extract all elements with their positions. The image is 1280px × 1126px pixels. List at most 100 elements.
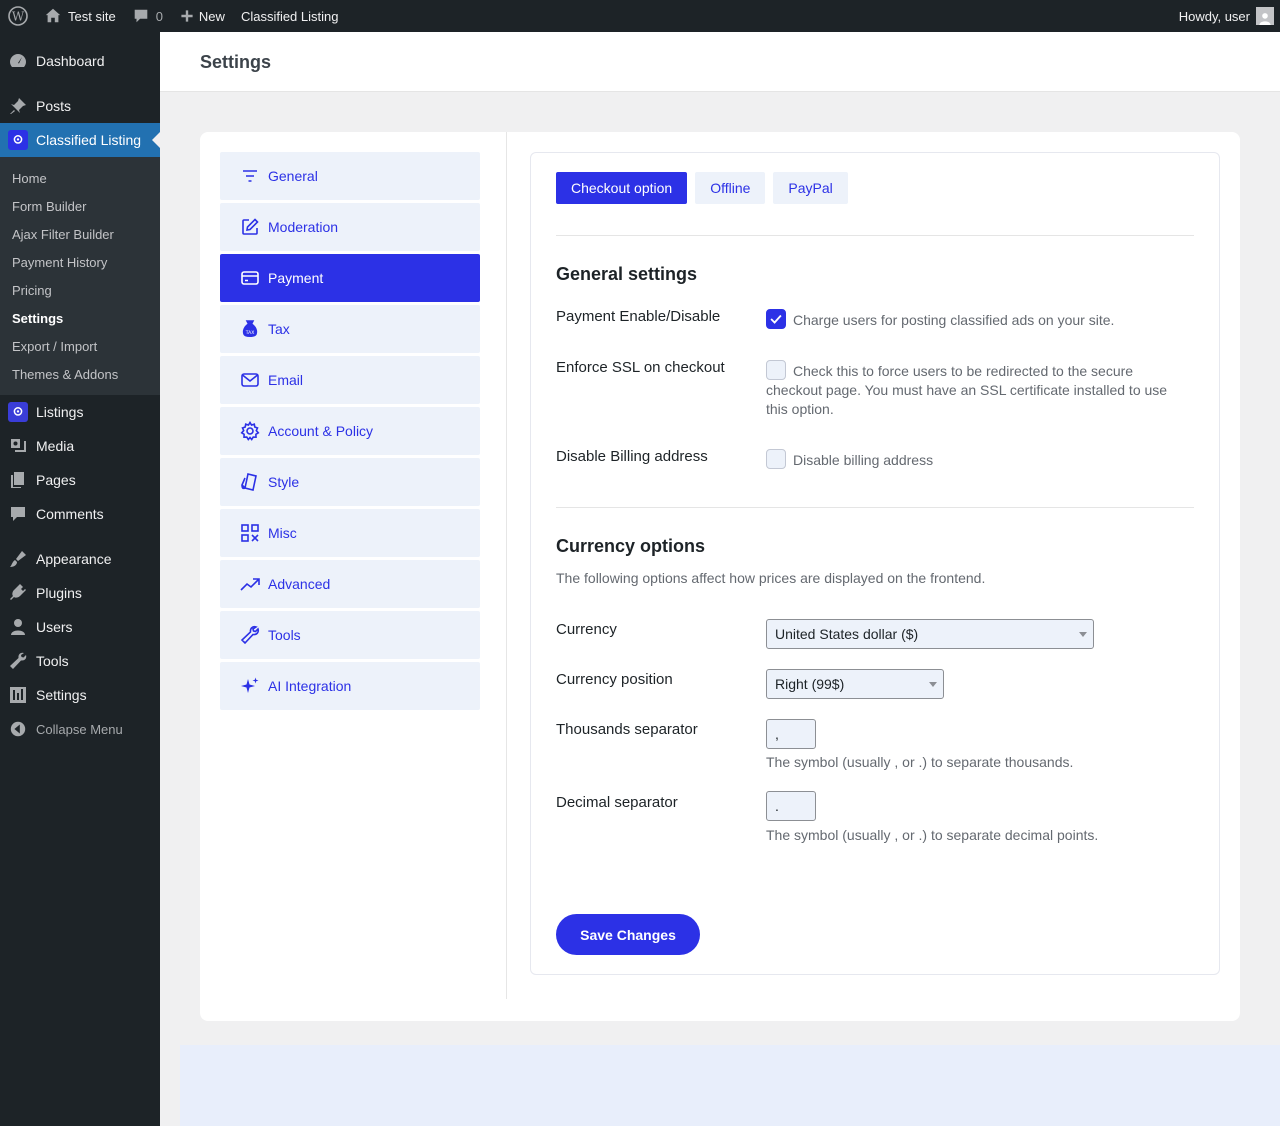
payment-enable-description: Charge users for posting classified ads …	[793, 312, 1115, 328]
sidebar-item-classified-listing[interactable]: Classified Listing	[0, 123, 160, 157]
tab-general[interactable]: General	[220, 152, 480, 200]
divider	[556, 507, 1194, 508]
collapse-menu-button[interactable]: Collapse Menu	[0, 712, 160, 746]
subtab-checkout-option[interactable]: Checkout option	[556, 172, 688, 204]
wrench-icon	[240, 625, 260, 645]
disable-billing-label: Disable Billing address	[556, 448, 708, 465]
my-account-link[interactable]: Howdy, user	[1171, 0, 1274, 32]
thousands-separator-input[interactable]: ,	[766, 719, 816, 749]
submenu-item-home[interactable]: Home	[0, 164, 160, 192]
subtab-offline[interactable]: Offline	[695, 172, 766, 204]
site-name-link[interactable]: Test site	[36, 0, 124, 32]
submenu-item-form-builder[interactable]: Form Builder	[0, 192, 160, 220]
sparkles-icon	[240, 676, 260, 696]
comments-icon	[8, 504, 28, 524]
payment-enable-checkbox[interactable]	[766, 309, 786, 329]
sidebar-item-users[interactable]: Users	[0, 610, 160, 644]
tab-account-policy[interactable]: Account & Policy	[220, 407, 480, 455]
dropdown-arrow-icon	[1079, 632, 1087, 637]
submenu-item-export-import[interactable]: Export / Import	[0, 332, 160, 360]
submenu-item-themes-addons[interactable]: Themes & Addons	[0, 360, 160, 388]
tab-payment[interactable]: Payment	[220, 254, 480, 302]
enforce-ssl-label: Enforce SSL on checkout	[556, 359, 725, 376]
trending-up-icon	[240, 574, 260, 594]
checkmark-icon	[770, 314, 782, 324]
media-icon	[8, 436, 28, 456]
currency-label: Currency	[556, 621, 617, 638]
wrench-icon	[8, 651, 28, 671]
tab-style[interactable]: Style	[220, 458, 480, 506]
enforce-ssl-description: Check this to force users to be redirect…	[766, 363, 1168, 417]
page-header: Settings	[160, 32, 1280, 92]
admin-bar: W Test site 0 New Classified Listing How…	[0, 0, 1280, 32]
currency-position-select[interactable]: Right (99$)	[766, 669, 944, 699]
submenu-item-ajax-filter-builder[interactable]: Ajax Filter Builder	[0, 220, 160, 248]
save-changes-button[interactable]: Save Changes	[556, 914, 700, 955]
new-content-link[interactable]: New	[171, 0, 233, 32]
tax-bag-icon: TAX	[240, 319, 260, 339]
footer-banner-area	[180, 1045, 1280, 1126]
admin-sidebar: Dashboard Posts Classified Listing Home …	[0, 32, 160, 1126]
submenu-item-pricing[interactable]: Pricing	[0, 276, 160, 304]
credit-card-icon	[240, 268, 260, 288]
payment-settings-panel: Checkout option Offline PayPal General s…	[530, 152, 1220, 975]
thousands-separator-description: The symbol (usually , or .) to separate …	[766, 754, 1074, 770]
currency-options-title: Currency options	[556, 536, 706, 556]
sidebar-item-tools[interactable]: Tools	[0, 644, 160, 678]
settings-tabs: General Moderation Payment TAX Tax Email…	[220, 152, 480, 713]
thousands-separator-label: Thousands separator	[556, 721, 698, 738]
pages-icon	[8, 470, 28, 490]
currency-select[interactable]: United States dollar ($)	[766, 619, 1094, 649]
sidebar-item-settings[interactable]: Settings	[0, 678, 160, 712]
listings-icon	[8, 402, 28, 422]
tab-tools[interactable]: Tools	[220, 611, 480, 659]
payment-enable-label: Payment Enable/Disable	[556, 308, 721, 325]
wordpress-logo-icon[interactable]: W	[0, 0, 36, 32]
payment-subtabs: Checkout option Offline PayPal	[556, 172, 856, 204]
sidebar-item-pages[interactable]: Pages	[0, 463, 160, 497]
decimal-separator-description: The symbol (usually , or .) to separate …	[766, 827, 1099, 843]
sidebar-item-media[interactable]: Media	[0, 429, 160, 463]
divider	[556, 235, 1194, 236]
svg-text:W: W	[12, 10, 25, 24]
sidebar-item-posts[interactable]: Posts	[0, 89, 160, 123]
svg-text:TAX: TAX	[245, 330, 255, 336]
dropdown-arrow-icon	[929, 682, 937, 687]
sidebar-item-comments[interactable]: Comments	[0, 497, 160, 531]
submenu-item-settings[interactable]: Settings	[0, 304, 160, 332]
gear-icon	[240, 421, 260, 441]
swatch-icon	[240, 472, 260, 492]
tab-ai-integration[interactable]: AI Integration	[220, 662, 480, 710]
disable-billing-description: Disable billing address	[793, 452, 934, 468]
sidebar-item-listings[interactable]: Listings	[0, 395, 160, 429]
classified-listing-icon	[8, 130, 28, 150]
tab-tax[interactable]: TAX Tax	[220, 305, 480, 353]
sidebar-item-plugins[interactable]: Plugins	[0, 576, 160, 610]
envelope-icon	[240, 370, 260, 390]
plug-icon	[8, 583, 28, 603]
filter-lines-icon	[240, 166, 260, 186]
comments-link[interactable]: 0	[124, 0, 171, 32]
disable-billing-checkbox[interactable]	[766, 449, 786, 469]
tab-misc[interactable]: Misc	[220, 509, 480, 557]
subtab-paypal[interactable]: PayPal	[773, 172, 848, 204]
currency-options-description: The following options affect how prices …	[556, 570, 986, 586]
settings-card: General Moderation Payment TAX Tax Email…	[200, 132, 1240, 1021]
edit-square-icon	[240, 217, 260, 237]
sidebar-item-appearance[interactable]: Appearance	[0, 542, 160, 576]
comments-count: 0	[155, 8, 163, 24]
submenu-item-payment-history[interactable]: Payment History	[0, 248, 160, 276]
pushpin-icon	[8, 96, 28, 116]
decimal-separator-label: Decimal separator	[556, 794, 678, 811]
sidebar-item-dashboard[interactable]: Dashboard	[0, 44, 160, 78]
classified-listing-link[interactable]: Classified Listing	[233, 0, 347, 32]
tab-advanced[interactable]: Advanced	[220, 560, 480, 608]
collapse-arrow-icon	[8, 719, 28, 739]
dashboard-gauge-icon	[8, 51, 28, 71]
comment-bubble-icon	[132, 7, 150, 25]
tab-email[interactable]: Email	[220, 356, 480, 404]
decimal-separator-input[interactable]: .	[766, 791, 816, 821]
avatar	[1256, 7, 1274, 25]
tab-moderation[interactable]: Moderation	[220, 203, 480, 251]
grid-x-icon	[240, 523, 260, 543]
